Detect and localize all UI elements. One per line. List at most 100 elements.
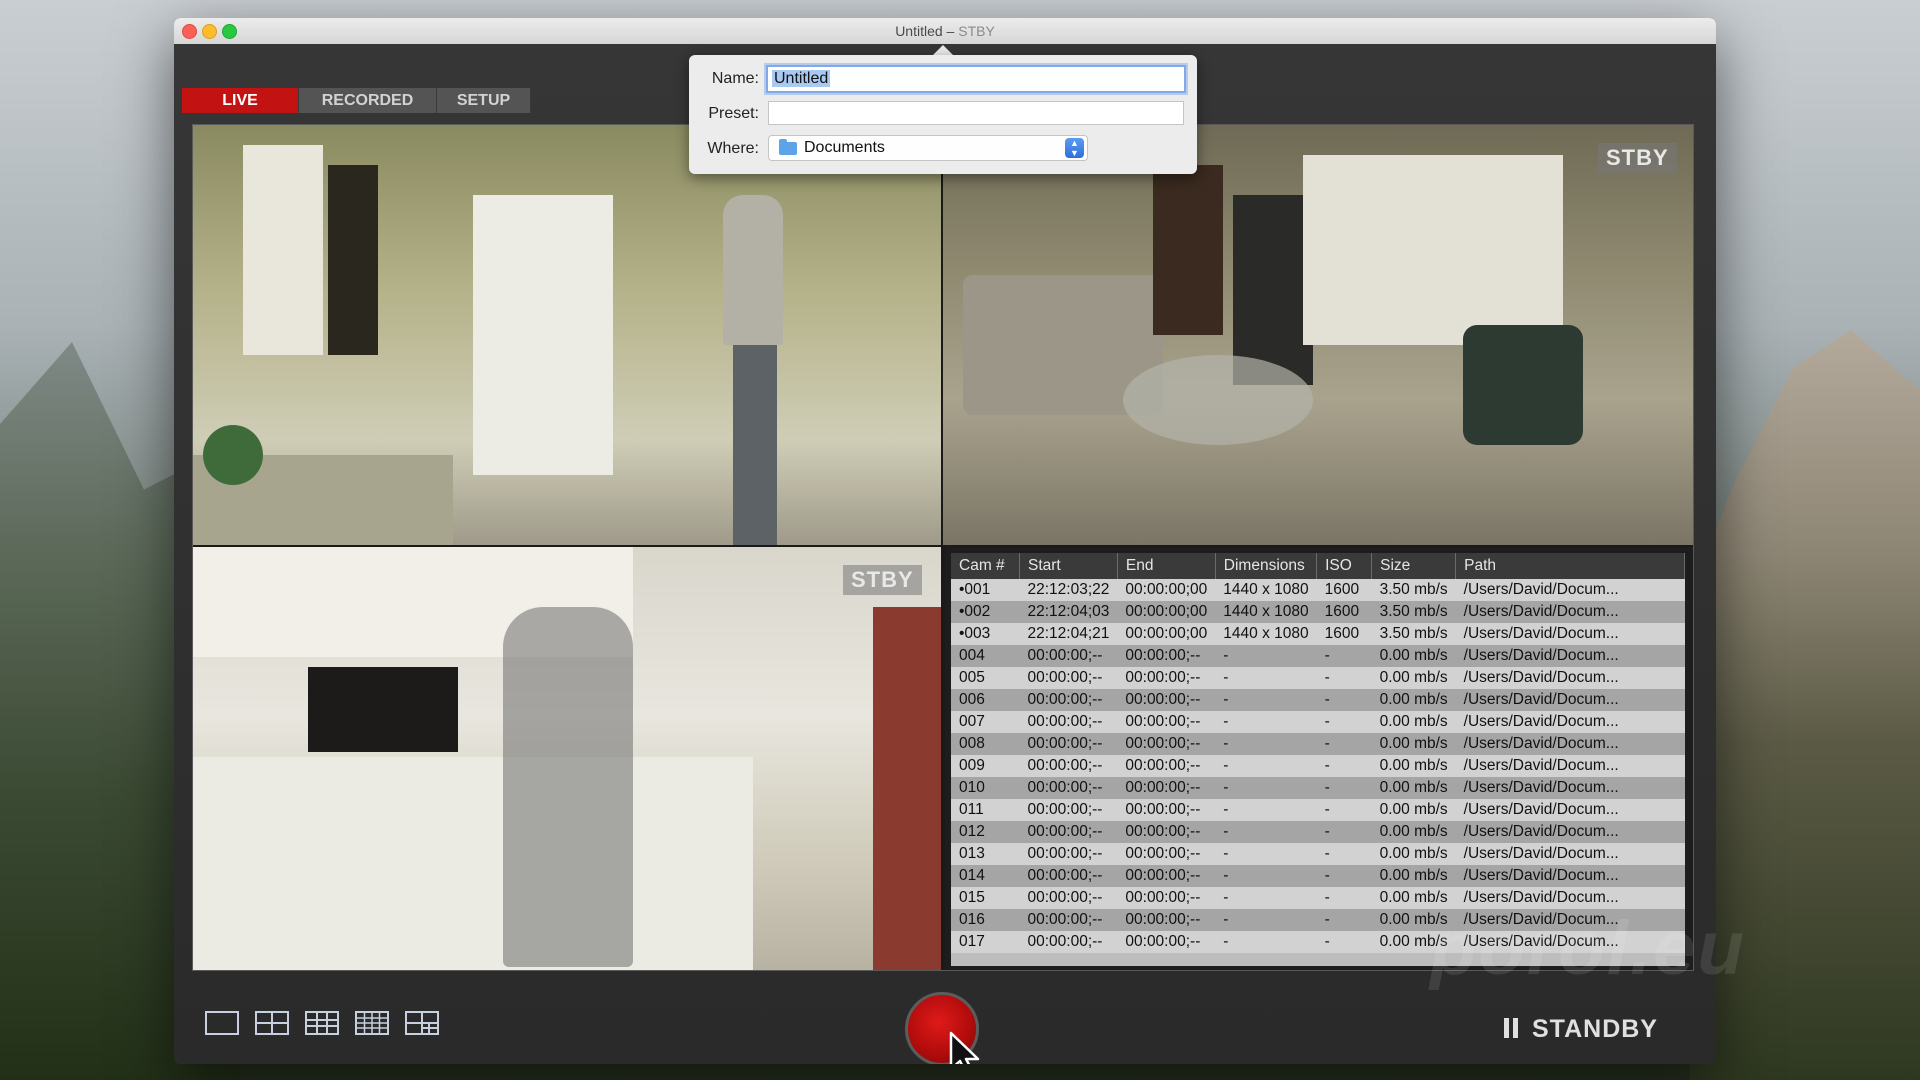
cell-end: 00:00:00;-- [1117, 667, 1216, 689]
cell-path: /Users/David/Docum... [1455, 689, 1685, 711]
cell-cam: 010 [951, 777, 1020, 799]
layout-4x4-icon[interactable] [355, 1011, 389, 1035]
column-header-iso[interactable]: ISO [1316, 553, 1373, 579]
cell-dimensions: - [1215, 799, 1317, 821]
cell-path: /Users/David/Docum... [1455, 601, 1685, 623]
cell-cam: 008 [951, 733, 1020, 755]
column-header-dimensions[interactable]: Dimensions [1215, 553, 1318, 579]
cell-size: 0.00 mb/s [1371, 689, 1456, 711]
table-row[interactable]: •001 22:12:03;22 00:00:00;00 1440 x 1080 160… [951, 579, 1685, 601]
column-header-path[interactable]: Path [1455, 553, 1685, 579]
cell-dimensions: - [1215, 821, 1317, 843]
cell-end: 00:00:00;-- [1117, 931, 1216, 953]
camera-feed-1[interactable] [193, 125, 941, 545]
cell-iso: - [1316, 799, 1372, 821]
cell-cam: •003 [951, 623, 1020, 645]
cell-iso: - [1316, 667, 1372, 689]
table-row[interactable]: •003 22:12:04;21 00:00:00;00 1440 x 1080 160… [951, 623, 1685, 645]
cell-start: 00:00:00;-- [1019, 931, 1118, 953]
table-row[interactable]: 013 00:00:00;-- 00:00:00;-- - -0.00 mb/s/Use… [951, 843, 1685, 865]
cell-cam: 013 [951, 843, 1020, 865]
column-header-cam[interactable]: Cam # [951, 553, 1020, 579]
cell-iso: - [1316, 689, 1372, 711]
cell-iso: - [1316, 777, 1372, 799]
tab-live[interactable]: LIVE [182, 88, 299, 113]
camera-feed-2[interactable]: STBY [943, 125, 1693, 545]
door-shape [243, 145, 323, 355]
armchair-shape [1463, 325, 1583, 445]
cell-end: 00:00:00;-- [1117, 843, 1216, 865]
cell-dimensions: - [1215, 645, 1317, 667]
layout-3x3-icon[interactable] [305, 1011, 339, 1035]
tab-setup[interactable]: SETUP [437, 88, 531, 113]
table-row[interactable]: 014 00:00:00;-- 00:00:00;-- - -0.00 mb/s/Use… [951, 865, 1685, 887]
cell-path: /Users/David/Docum... [1455, 733, 1685, 755]
cell-size: 0.00 mb/s [1371, 777, 1456, 799]
column-header-end[interactable]: End [1117, 553, 1216, 579]
cell-cam: 006 [951, 689, 1020, 711]
cell-path: /Users/David/Docum... [1455, 865, 1685, 887]
cell-path: /Users/David/Docum... [1455, 667, 1685, 689]
where-select[interactable]: Documents ▲ ▼ [768, 135, 1088, 161]
stby-overlay: STBY [843, 565, 922, 595]
camera-feed-3[interactable]: STBY [193, 547, 941, 970]
layout-1x1-icon[interactable] [205, 1011, 239, 1035]
column-header-size[interactable]: Size [1371, 553, 1457, 579]
table-row[interactable]: 011 00:00:00;-- 00:00:00;-- - -0.00 mb/s/Use… [951, 799, 1685, 821]
cell-iso: - [1316, 821, 1372, 843]
cell-path: /Users/David/Docum... [1455, 799, 1685, 821]
table-row[interactable]: 009 00:00:00;-- 00:00:00;-- - -0.00 mb/s/Use… [951, 755, 1685, 777]
cell-end: 00:00:00;-- [1117, 865, 1216, 887]
table-row[interactable]: 007 00:00:00;-- 00:00:00;-- - -0.00 mb/s/Use… [951, 711, 1685, 733]
cell-start: 00:00:00;-- [1019, 667, 1118, 689]
cell-end: 00:00:00;-- [1117, 821, 1216, 843]
cell-end: 00:00:00;00 [1117, 601, 1216, 623]
cell-iso: - [1316, 755, 1372, 777]
lower-cabinets-shape [193, 757, 753, 970]
cell-start: 00:00:00;-- [1019, 821, 1118, 843]
window-title-separator: – [942, 23, 959, 39]
table-row[interactable]: 010 00:00:00;-- 00:00:00;-- - -0.00 mb/s/Use… [951, 777, 1685, 799]
table-row[interactable]: 004 00:00:00;-- 00:00:00;-- - -0.00 mb/s/Use… [951, 645, 1685, 667]
cell-path: /Users/David/Docum... [1455, 755, 1685, 777]
cell-start: 00:00:00;-- [1019, 645, 1118, 667]
cell-end: 00:00:00;-- [1117, 689, 1216, 711]
cell-path: /Users/David/Docum... [1455, 623, 1685, 645]
table-row[interactable]: •002 22:12:04;03 00:00:00;00 1440 x 1080 160… [951, 601, 1685, 623]
cell-dimensions: - [1215, 777, 1317, 799]
table-row[interactable]: 006 00:00:00;-- 00:00:00;-- - -0.00 mb/s/Use… [951, 689, 1685, 711]
cell-iso: - [1316, 909, 1372, 931]
stby-overlay: STBY [1598, 143, 1677, 173]
coffee-table-shape [1123, 355, 1313, 445]
cell-cam: 007 [951, 711, 1020, 733]
cell-dimensions: - [1215, 931, 1317, 953]
cell-start: 00:00:00;-- [1019, 909, 1118, 931]
cell-iso: 1600 [1316, 601, 1372, 623]
preset-field[interactable] [768, 101, 1184, 125]
doorway-shape [1153, 165, 1223, 335]
table-row[interactable]: 008 00:00:00;-- 00:00:00;-- - -0.00 mb/s/Use… [951, 733, 1685, 755]
red-sign-shape [873, 607, 941, 970]
cell-iso: 1600 [1316, 579, 1372, 601]
status-label: STANDBY [1532, 1015, 1658, 1043]
tab-recorded[interactable]: RECORDED [299, 88, 437, 113]
cell-dimensions: 1440 x 1080 [1215, 579, 1317, 601]
cell-iso: 1600 [1316, 623, 1372, 645]
table-row[interactable]: 005 00:00:00;-- 00:00:00;-- - -0.00 mb/s/Use… [951, 667, 1685, 689]
multiview-panel: STBY STBY Cam # Start End Dimensions ISO… [192, 124, 1694, 971]
cell-size: 3.50 mb/s [1371, 579, 1456, 601]
cell-size: 0.00 mb/s [1371, 799, 1456, 821]
cell-iso: - [1316, 645, 1372, 667]
cell-cam: 005 [951, 667, 1020, 689]
name-field[interactable]: Untitled [766, 65, 1186, 93]
layout-custom-icon[interactable] [405, 1011, 439, 1035]
table-header-row: Cam # Start End Dimensions ISO Size Path [951, 553, 1685, 579]
column-header-start[interactable]: Start [1019, 553, 1118, 579]
cell-end: 00:00:00;-- [1117, 909, 1216, 931]
table-row[interactable]: 012 00:00:00;-- 00:00:00;-- - -0.00 mb/s/Use… [951, 821, 1685, 843]
cell-iso: - [1316, 865, 1372, 887]
cell-cam: •001 [951, 579, 1020, 601]
cell-path: /Users/David/Docum... [1455, 711, 1685, 733]
layout-2x2-icon[interactable] [255, 1011, 289, 1035]
name-label: Name: [711, 70, 759, 87]
